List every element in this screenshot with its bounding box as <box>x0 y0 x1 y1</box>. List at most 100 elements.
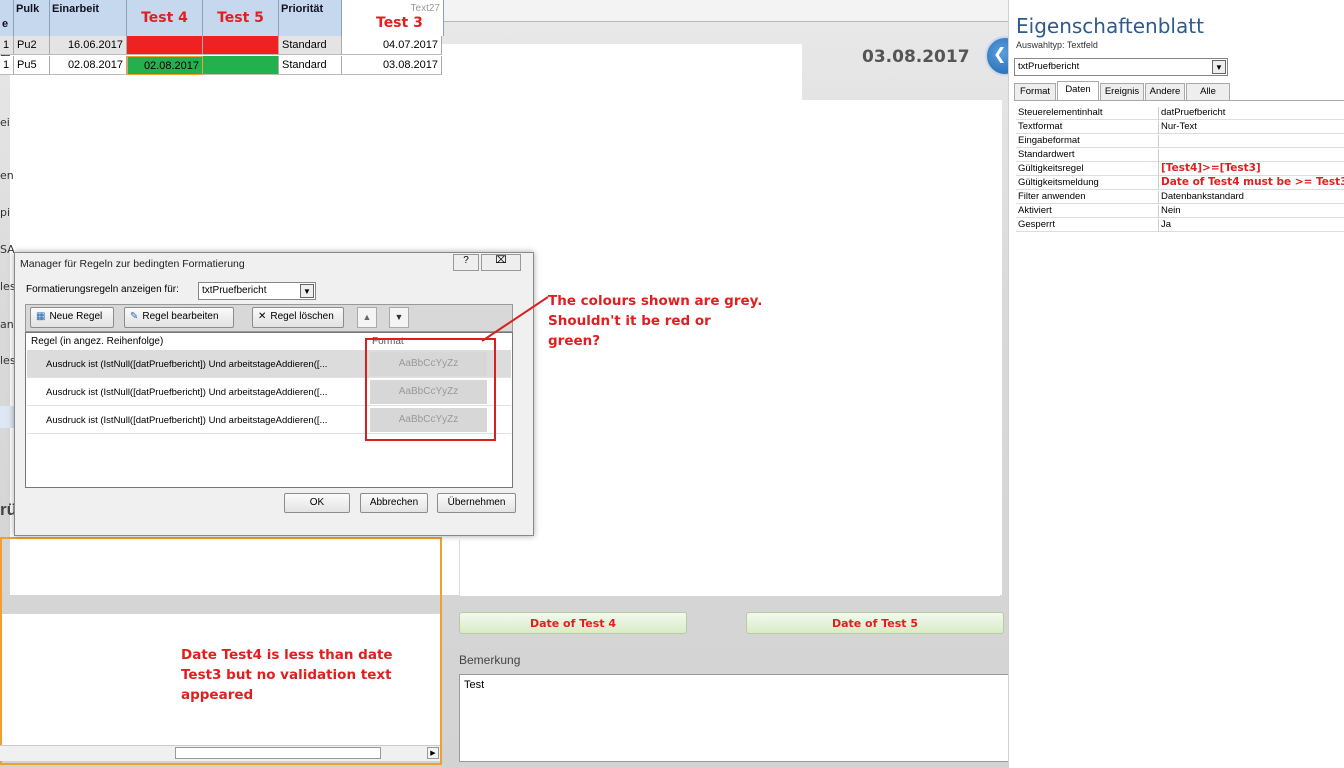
delete-icon: ✕ <box>258 311 267 322</box>
property-value-validation-rule[interactable]: [Test4]>=[Test3] <box>1158 162 1344 175</box>
selection-type: Auswahltyp: Textfeld <box>1016 40 1098 50</box>
apply-button[interactable]: Übernehmen <box>437 493 516 513</box>
rule-text: Ausdruck ist (IstNull([datPruefbericht])… <box>46 387 328 398</box>
control-select[interactable]: txtPruefbericht ▼ <box>1014 58 1228 76</box>
detail-field <box>459 540 1000 596</box>
grid-cell-prioritaet[interactable]: Standard <box>279 36 342 55</box>
show-rules-value: txtPruefbericht <box>202 285 267 296</box>
tab-daten[interactable]: Daten <box>1057 81 1099 100</box>
property-value[interactable]: Ja <box>1158 219 1344 232</box>
edit-rule-icon: ✎ <box>130 311 139 322</box>
tab-format[interactable]: Format <box>1014 83 1056 100</box>
annotation-line: Date Test4 is less than date <box>181 647 393 663</box>
property-row[interactable]: Gesperrt Ja <box>1016 218 1344 232</box>
show-rules-label: Formatierungsregeln anzeigen für: <box>26 284 179 295</box>
dialog-close-icon[interactable]: ⌧ <box>481 254 521 271</box>
annotation-line: green? <box>548 333 601 349</box>
property-name: Gültigkeitsmeldung <box>1018 177 1099 188</box>
property-row[interactable]: Eingabeformat <box>1016 134 1344 148</box>
delete-rule-button[interactable]: ✕ Regel löschen <box>252 307 344 328</box>
rule-text: Ausdruck ist (IstNull([datPruefbericht])… <box>46 359 328 370</box>
move-up-icon[interactable]: ▲ <box>357 307 377 328</box>
grid-cell-test5[interactable] <box>203 56 279 75</box>
show-rules-select[interactable]: txtPruefbericht ▼ <box>198 282 316 300</box>
rule-text: Ausdruck ist (IstNull([datPruefbericht])… <box>46 415 328 426</box>
tab-ereignis[interactable]: Ereignis <box>1100 83 1144 100</box>
grid-cell[interactable]: 1 <box>0 56 14 75</box>
chevron-down-icon[interactable]: ▼ <box>300 284 314 298</box>
property-value[interactable]: Nein <box>1158 205 1344 218</box>
property-name: Textformat <box>1018 121 1063 132</box>
property-row[interactable]: Filter anwenden Datenbankstandard <box>1016 190 1344 204</box>
col-header-pulk[interactable]: Pulk <box>14 0 50 36</box>
property-value-validation-text[interactable]: Date of Test4 must be >= Test3 <box>1158 176 1344 189</box>
property-row[interactable]: Gültigkeitsregel [Test4]>=[Test3] <box>1016 162 1344 176</box>
side-label: SA <box>0 243 15 256</box>
tab-alle[interactable]: Alle <box>1186 83 1230 100</box>
control-select-value: txtPruefbericht <box>1018 61 1080 72</box>
cancel-button[interactable]: Abbrechen <box>360 493 428 513</box>
property-row[interactable]: Steuerelementinhalt datPruefbericht <box>1016 106 1344 120</box>
grid-cell-test3[interactable]: 04.07.2017 <box>342 36 442 55</box>
grid-cell-prioritaet[interactable]: Standard <box>279 56 342 75</box>
tab-andere[interactable]: Andere <box>1145 83 1185 100</box>
property-row[interactable]: Standardwert <box>1016 148 1344 162</box>
col-header-test3-label: Test 3 <box>376 15 423 31</box>
grid-cell-pulk[interactable]: Pu5 <box>14 56 50 75</box>
annotation-line: Shouldn't it be red or <box>548 313 711 329</box>
grid-cell-pulk[interactable]: Pu2 <box>14 36 50 55</box>
scrollbar-thumb[interactable] <box>175 747 381 759</box>
col-header-einarbeit[interactable]: Einarbeit <box>50 0 127 36</box>
property-row[interactable]: Aktiviert Nein <box>1016 204 1344 218</box>
date-test5-button[interactable]: Date of Test 5 <box>746 612 1004 634</box>
property-sheet-title: Eigenschaftenblatt <box>1016 14 1204 38</box>
edit-rule-button[interactable]: ✎ Regel bearbeiten <box>124 307 234 328</box>
dialog-title: Manager für Regeln zur bedingten Formati… <box>20 258 245 270</box>
date-test4-button[interactable]: Date of Test 4 <box>459 612 687 634</box>
col-header-test4[interactable]: Test 4 <box>127 0 203 36</box>
grid-cell[interactable]: 1 <box>0 36 14 55</box>
ok-button[interactable]: OK <box>284 493 350 513</box>
bemerkung-label: Bemerkung <box>459 653 521 667</box>
side-label: ei <box>0 116 10 129</box>
grid-cell-test3[interactable]: 03.08.2017 <box>342 56 442 75</box>
side-label: pi <box>0 206 11 219</box>
property-value[interactable]: Nur-Text <box>1158 121 1344 134</box>
property-value[interactable] <box>1158 135 1344 148</box>
chevron-down-icon[interactable]: ▼ <box>1212 60 1226 74</box>
grid-cell-test4[interactable] <box>127 36 203 55</box>
property-value[interactable] <box>1158 149 1344 162</box>
delete-rule-label: Regel löschen <box>270 311 334 322</box>
annotation-pointer <box>481 296 549 342</box>
property-row[interactable]: Gültigkeitsmeldung Date of Test4 must be… <box>1016 176 1344 190</box>
col-header[interactable]: e <box>0 0 14 36</box>
property-name: Gesperrt <box>1018 219 1055 230</box>
bemerkung-field[interactable]: Test <box>459 674 1009 762</box>
tab-divider <box>1014 100 1344 101</box>
grid-cell-test5[interactable] <box>203 36 279 55</box>
annotation-line: Test3 but no validation text <box>181 667 392 683</box>
col-header-prioritaet[interactable]: Priorität <box>279 0 342 36</box>
annotation-colours: The colours shown are grey. Shouldn't it… <box>548 291 762 351</box>
col-header-test3[interactable]: Text27 Test 3 <box>342 0 444 36</box>
property-row[interactable]: Textformat Nur-Text <box>1016 120 1344 134</box>
annotation-validation: Date Test4 is less than date Test3 but n… <box>181 645 393 705</box>
edit-rule-label: Regel bearbeiten <box>142 311 219 322</box>
property-name: Filter anwenden <box>1018 191 1086 202</box>
help-icon[interactable]: ? <box>453 254 479 271</box>
annotation-line: The colours shown are grey. <box>548 293 763 309</box>
grid-cell-einarbeit[interactable]: 16.06.2017 <box>50 36 127 55</box>
scroll-right-icon[interactable]: ▶ <box>427 747 439 759</box>
highlight-rectangle <box>365 338 496 441</box>
col-header-ghost: Text27 <box>410 3 440 14</box>
grid-cell-einarbeit[interactable]: 02.08.2017 <box>50 56 127 75</box>
move-down-icon[interactable]: ▼ <box>389 307 409 328</box>
property-value[interactable]: datPruefbericht <box>1158 107 1344 120</box>
property-value[interactable]: Datenbankstandard <box>1158 191 1344 204</box>
new-rule-button[interactable]: ▦ Neue Regel <box>30 307 114 328</box>
property-name: Gültigkeitsregel <box>1018 163 1084 174</box>
col-header-test5[interactable]: Test 5 <box>203 0 279 36</box>
property-name: Standardwert <box>1018 149 1075 160</box>
property-name: Aktiviert <box>1018 205 1052 216</box>
grid-cell-test4[interactable]: 02.08.2017 <box>127 56 203 75</box>
